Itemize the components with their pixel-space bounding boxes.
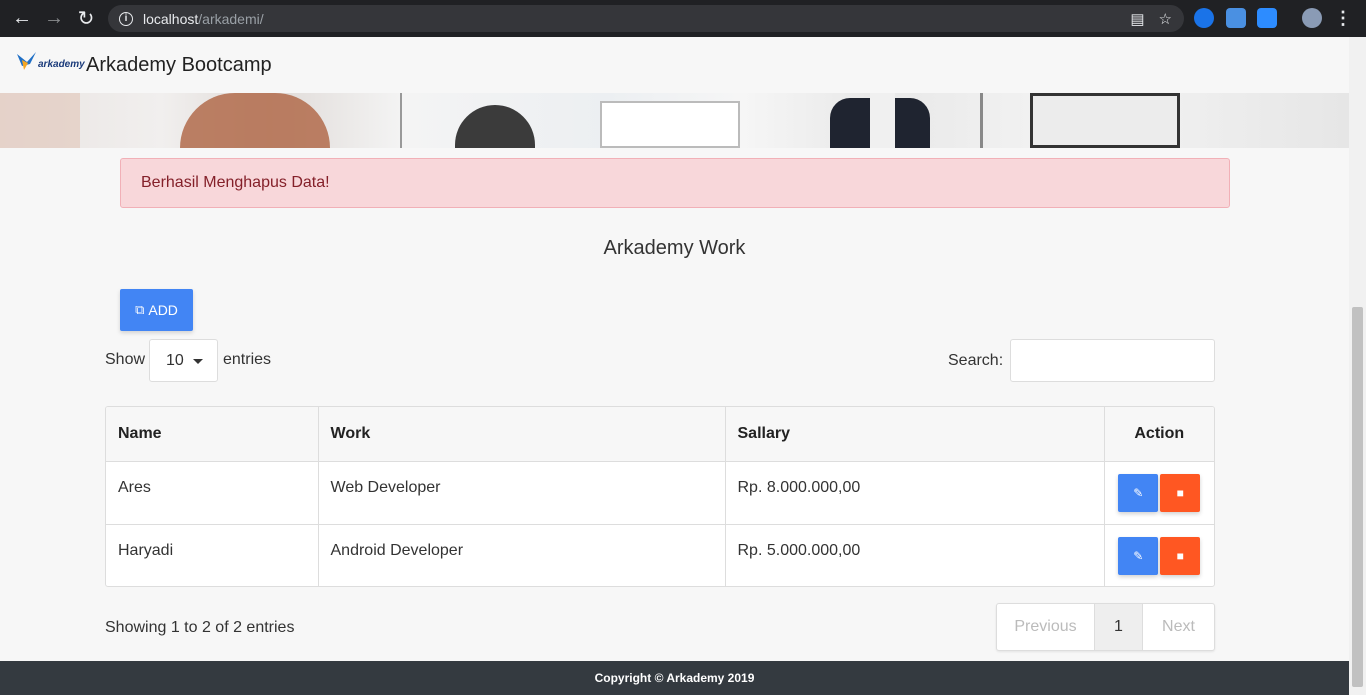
page-title: Arkademy Work [603,237,746,259]
browser-toolbar: ← → ↻ i localhost/arkademi/ ▤ ☆ ⋮ [0,0,1366,37]
external-link-icon: ⧉ [135,302,145,317]
profile-avatar[interactable] [1302,8,1322,28]
table-info: Showing 1 to 2 of 2 entries [105,619,295,636]
cell-action: ✎ ■ [1104,461,1214,525]
browser-menu-icon[interactable]: ⋮ [1334,8,1352,29]
arkademy-logo[interactable]: arkademy [16,50,85,80]
column-header-name[interactable]: Name [106,407,319,462]
page-1-button[interactable]: 1 [1095,604,1143,650]
edit-icon: ✎ [1133,485,1144,500]
scrollbar-thumb[interactable] [1352,307,1363,687]
trash-icon: ■ [1176,485,1184,500]
address-bar[interactable]: i localhost/arkademi/ ▤ ☆ [108,5,1184,32]
table-header-row: Name Work Sallary Action [106,407,1214,462]
info-icon[interactable]: i [119,11,133,26]
edit-icon: ✎ [1133,548,1144,563]
column-header-work[interactable]: Work [318,407,726,462]
search-input[interactable] [1010,339,1215,382]
column-header-action: Action [1104,407,1214,462]
forward-arrow-icon[interactable]: → [38,3,70,35]
data-table: Name Work Sallary Action Ares Web Develo… [105,406,1215,587]
table-row: Ares Web Developer Rp. 8.000.000,00 ✎ ■ [106,461,1214,525]
reload-icon[interactable]: ↻ [70,3,102,35]
brand-title[interactable]: Arkademy Bootcamp [86,54,272,77]
cell-action: ✎ ■ [1104,524,1214,586]
site-navbar: arkademy Arkademy Bootcamp [0,37,1349,93]
entries-select[interactable]: 10 [149,339,218,382]
column-header-salary[interactable]: Sallary [725,407,1105,462]
search-label: Search: [948,352,1004,369]
back-arrow-icon[interactable]: ← [6,3,38,35]
edit-button[interactable]: ✎ [1118,473,1159,512]
url-text: localhost/arkademi/ [143,10,264,27]
previous-page-button[interactable]: Previous [997,604,1095,650]
site-footer: Copyright © Arkademy 2019 [0,661,1349,695]
cell-work: Android Developer [318,524,726,586]
success-alert: Berhasil Menghapus Data! [120,158,1230,208]
extension-download-icon[interactable] [1226,8,1246,28]
cell-salary: Rp. 8.000.000,00 [725,461,1105,525]
alert-message: Berhasil Menghapus Data! [141,174,330,191]
next-page-button[interactable]: Next [1143,604,1214,650]
copyright-text: Copyright © Arkademy 2019 [594,671,755,685]
translate-icon[interactable]: ▤ [1130,10,1144,28]
add-button-label: ADD [148,302,178,318]
edit-button[interactable]: ✎ [1118,536,1159,575]
add-button[interactable]: ⧉ ADD [120,289,193,331]
cell-name: Haryadi [106,524,319,586]
cell-salary: Rp. 5.000.000,00 [725,524,1105,586]
caret-down-icon [193,359,203,364]
cell-name: Ares [106,461,319,525]
table-row: Haryadi Android Developer Rp. 5.000.000,… [106,524,1214,586]
logo-text: arkademy [38,59,85,70]
pagination: Previous 1 Next [996,603,1215,651]
page-scrollbar[interactable] [1349,37,1366,695]
trash-icon: ■ [1176,548,1184,563]
entries-label: entries [223,351,272,368]
entries-select-value: 10 [166,351,184,369]
bird-logo-icon [17,52,36,70]
vpn-shield-icon[interactable] [1194,8,1214,28]
delete-button[interactable]: ■ [1160,473,1201,512]
cell-work: Web Developer [318,461,726,525]
show-label: Show [105,351,146,368]
bookmark-star-icon[interactable]: ☆ [1159,10,1172,28]
hero-banner-image [0,93,1349,148]
delete-button[interactable]: ■ [1160,536,1201,575]
zoom-icon[interactable] [1257,8,1277,28]
